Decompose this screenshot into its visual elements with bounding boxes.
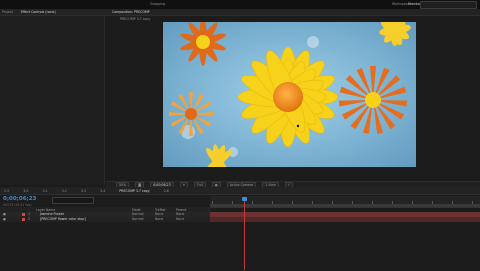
timeline-search-field[interactable] bbox=[52, 197, 94, 204]
timeline-tab[interactable]: 3-0 bbox=[23, 189, 28, 193]
left-panel-tabbar: Project Effect Controls (none) bbox=[0, 9, 106, 16]
left-panel bbox=[0, 9, 105, 185]
layer-parent[interactable]: None bbox=[176, 212, 184, 216]
composition-subtabbar: PRECOMP 3.7 copy bbox=[106, 16, 480, 21]
layer-number: 1 bbox=[28, 212, 31, 216]
tab-effect-controls[interactable]: Effect Controls (none) bbox=[21, 10, 56, 14]
timeline-tabbar: 2-5 3-0 3-1 3-2 3-3 3-4 PRECOMP 3.7 copy… bbox=[0, 187, 480, 195]
mouse-cursor bbox=[296, 124, 300, 128]
tab-project[interactable]: Project bbox=[2, 10, 13, 14]
column-parent: Parent bbox=[176, 207, 187, 212]
timeline-tab[interactable]: 3-3 bbox=[81, 189, 86, 193]
work-area-bar[interactable] bbox=[210, 204, 480, 207]
timeline-tab[interactable]: 2-5 bbox=[4, 189, 9, 193]
layer-mode[interactable]: Normal bbox=[132, 217, 144, 221]
timeline-tab[interactable]: 3-1 bbox=[42, 189, 47, 193]
layer-name[interactable]: [PRECOMP flower color stop] bbox=[40, 217, 86, 221]
layer-label-color[interactable] bbox=[22, 213, 25, 216]
tab-precomp-copy[interactable]: PRECOMP 3.7 copy bbox=[120, 17, 150, 21]
layer-name[interactable]: Jasmine Flower bbox=[40, 212, 64, 216]
column-layer-name: Layer Name bbox=[36, 207, 56, 212]
timeline-tab-active[interactable]: PRECOMP 3.7 copy bbox=[119, 189, 149, 193]
yellow-daisy-main bbox=[237, 46, 339, 148]
tab-composition[interactable]: Composition: PRECOMP bbox=[112, 10, 150, 14]
layer-parent[interactable]: None bbox=[176, 217, 184, 221]
composition-tabbar: Composition: PRECOMP bbox=[106, 9, 480, 16]
layer-visibility-icon[interactable]: ● bbox=[3, 217, 6, 221]
flower-artwork bbox=[163, 22, 416, 167]
layer-trkmat[interactable]: None bbox=[155, 217, 163, 221]
layer-number: 2 bbox=[28, 217, 31, 221]
snapping-label[interactable]: Snapping bbox=[150, 2, 165, 6]
playhead[interactable] bbox=[244, 198, 245, 270]
column-mode: Mode bbox=[132, 207, 141, 212]
layer-track-bar[interactable] bbox=[210, 217, 480, 222]
playhead-handle[interactable] bbox=[242, 197, 247, 201]
composition-viewer[interactable] bbox=[163, 22, 416, 167]
layer-visibility-icon[interactable]: ● bbox=[3, 212, 6, 216]
layer-trkmat[interactable]: None bbox=[155, 212, 163, 216]
column-trkmat: TrkMat bbox=[155, 207, 166, 212]
layer-mode[interactable]: Normal bbox=[132, 212, 144, 216]
timeline-tab[interactable]: 3-4 bbox=[100, 189, 105, 193]
layer-label-color[interactable] bbox=[22, 218, 25, 221]
layer-row[interactable]: ● 2 [PRECOMP flower color stop] Normal N… bbox=[0, 217, 210, 222]
timeline-tab[interactable]: 3-2 bbox=[62, 189, 67, 193]
timeline-tab[interactable]: 2-6 bbox=[164, 189, 169, 193]
timeline-timecode[interactable]: 0;00;06;23 bbox=[3, 196, 36, 202]
